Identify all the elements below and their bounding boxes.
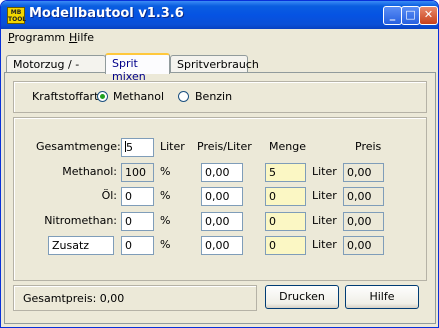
total-amount-label: Gesamtmenge: <box>36 140 121 153</box>
row-methanol-amount-unit: Liter <box>312 165 337 178</box>
maximize-button[interactable]: □ <box>401 6 420 25</box>
row-oil-price: 0,00 <box>343 187 384 206</box>
maximize-icon: □ <box>405 8 416 21</box>
row-nitromethane-amount: 0 <box>265 212 306 231</box>
column-header-amount: Menge <box>269 140 306 153</box>
row-additive-amount-unit: Liter <box>312 238 337 251</box>
row-oil-price-per-liter[interactable]: 0,00 <box>201 187 243 206</box>
radio-benzin[interactable] <box>178 91 189 102</box>
menu-bar: Programm Hilfe <box>1 29 438 47</box>
column-header-price: Preis <box>355 140 382 153</box>
total-price-box: Gesamtpreis: 0,00 <box>13 285 257 311</box>
row-oil-percent-unit: % <box>160 189 171 202</box>
row-additive-percent[interactable]: 0 <box>121 236 154 255</box>
menu-hilfe[interactable]: Hilfe <box>69 31 94 44</box>
row-nitromethane-percent-unit: % <box>160 214 171 227</box>
app-icon[interactable]: MB TOOL <box>7 7 26 24</box>
row-methanol-percent: 100 <box>121 163 154 182</box>
total-amount-unit: Liter <box>160 140 185 153</box>
row-additive-name-input[interactable]: Zusatz <box>48 236 114 255</box>
minimize-button[interactable]: _ <box>383 6 402 25</box>
row-methanol-price-per-liter[interactable]: 0,00 <box>201 163 243 182</box>
row-nitromethane-price-per-liter[interactable]: 0,00 <box>201 212 243 231</box>
window-title: Modellbautool v1.3.6 <box>29 6 184 21</box>
menu-programm-label: rogramm <box>14 31 66 44</box>
menu-hilfe-label: ilfe <box>77 31 95 44</box>
title-bar[interactable]: MB TOOL Modellbautool v1.3.6 _ □ ✕ <box>1 1 438 29</box>
radio-benzin-label[interactable]: Benzin <box>195 90 232 103</box>
tab-strip: Motorzug / -sturz Sprit mixen Spritverbr… <box>1 53 438 84</box>
row-oil-amount-unit: Liter <box>312 189 337 202</box>
total-price-label: Gesamtpreis: 0,00 <box>23 292 125 305</box>
tab-sprit-mixen[interactable]: Sprit mixen <box>105 53 170 83</box>
fuel-type-group: Kraftstoffart: Methanol Benzin <box>13 81 427 113</box>
radio-selected-dot <box>100 94 105 99</box>
row-methanol-percent-unit: % <box>160 165 171 178</box>
radio-methanol[interactable] <box>97 91 108 102</box>
row-nitromethane-percent[interactable]: 0 <box>121 212 154 231</box>
row-methanol-amount: 5 <box>265 163 306 182</box>
row-methanol-label: Methanol: <box>62 165 117 178</box>
tab-motorzug[interactable]: Motorzug / -sturz <box>6 55 106 84</box>
row-additive-amount: 0 <box>265 236 306 255</box>
close-button[interactable]: ✕ <box>419 6 438 25</box>
row-additive-price-per-liter[interactable]: 0,00 <box>201 236 243 255</box>
radio-methanol-label[interactable]: Methanol <box>113 90 164 103</box>
close-icon: ✕ <box>423 8 434 21</box>
column-header-price-per-liter: Preis/Liter <box>197 140 252 153</box>
row-methanol-price: 0,00 <box>343 163 384 182</box>
row-nitromethane-label: Nitromethan: <box>44 214 117 227</box>
row-nitromethane-price: 0,00 <box>343 212 384 231</box>
row-additive-percent-unit: % <box>160 238 171 251</box>
row-additive-price: 0,00 <box>343 236 384 255</box>
tab-panel: Kraftstoffart: Methanol Benzin Gesamtmen… <box>4 72 436 324</box>
row-oil-percent[interactable]: 0 <box>121 187 154 206</box>
row-oil-label: Öl: <box>101 189 117 202</box>
tab-spritverbrauch[interactable]: Spritverbrauch <box>170 55 259 73</box>
total-amount-input[interactable]: 5 <box>121 138 154 157</box>
row-oil-amount: 0 <box>265 187 306 206</box>
fuel-type-label: Kraftstoffart: <box>32 90 103 103</box>
minimize-icon: _ <box>389 8 396 21</box>
print-button[interactable]: Drucken <box>265 285 339 309</box>
menu-programm[interactable]: Programm <box>8 31 65 44</box>
total-amount-value: 5 <box>126 141 133 154</box>
help-button[interactable]: Hilfe <box>345 285 419 309</box>
row-nitromethane-amount-unit: Liter <box>312 214 337 227</box>
mix-group: Gesamtmenge: 5 Liter Preis/Liter Menge P… <box>13 117 427 281</box>
application-window: MB TOOL Modellbautool v1.3.6 _ □ ✕ Progr… <box>0 0 439 328</box>
